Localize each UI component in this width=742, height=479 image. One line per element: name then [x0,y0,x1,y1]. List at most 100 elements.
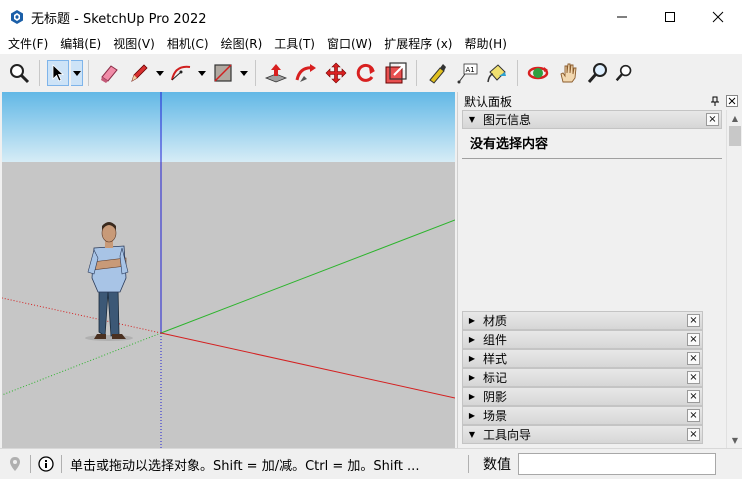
panel-scenes[interactable]: ▶ 场景 × [462,406,703,425]
geo-location-button[interactable] [6,455,24,473]
arc-button[interactable] [168,60,194,86]
scale-button[interactable] [383,60,409,86]
tape-measure-icon [429,64,446,84]
expand-triangle-icon: ▶ [468,335,476,344]
pencil-dropdown[interactable] [154,60,166,86]
panel-close-icon[interactable]: × [687,371,700,384]
menu-help[interactable]: 帮助(H) [458,34,512,54]
menu-window[interactable]: 窗口(W) [321,34,378,54]
entity-info-message: 没有选择内容 [462,129,722,159]
menu-file[interactable]: 文件(F) [2,34,54,54]
panel-close-icon[interactable]: × [687,409,700,422]
rectangle-dropdown[interactable] [238,60,250,86]
panel-label: 标记 [483,371,508,385]
drawing-viewport[interactable] [2,92,455,448]
panel-tags[interactable]: ▶ 标记 × [462,368,703,387]
arc-dropdown[interactable] [196,60,208,86]
select-tool-button[interactable] [47,60,69,86]
rotate-button[interactable] [353,60,379,86]
pan-button[interactable] [555,60,581,86]
maximize-button[interactable] [646,0,694,34]
orbit-button[interactable] [525,60,551,86]
expand-triangle-icon: ▶ [468,411,476,420]
panel-shadows[interactable]: ▶ 阴影 × [462,387,703,406]
panel-materials[interactable]: ▶ 材质 × [462,311,703,330]
select-arrow-icon [52,64,65,82]
model-canvas[interactable] [2,92,455,448]
tape-measure-button[interactable] [424,60,450,86]
status-separator [468,455,469,473]
expand-triangle-icon: ▶ [468,392,476,401]
minimize-button[interactable] [598,0,646,34]
default-tray: 默认面板 ▼ 图元信息 × 没有选择内容 ▶ 材质 × ▶ 组件 × ▶ 样式 … [457,92,742,448]
panel-close-icon[interactable]: × [687,314,700,327]
instructor-info-button[interactable] [37,455,55,473]
menu-edit[interactable]: 编辑(E) [54,34,107,54]
panel-styles[interactable]: ▶ 样式 × [462,349,703,368]
panel-components[interactable]: ▶ 组件 × [462,330,703,349]
location-pin-icon [10,457,20,471]
sky [2,92,455,162]
entity-info-body: 没有选择内容 [462,129,722,305]
pencil-button[interactable] [126,60,152,86]
collapse-triangle-icon: ▼ [468,430,476,439]
scroll-up-icon[interactable]: ▲ [727,110,742,126]
eraser-button[interactable] [96,60,122,86]
expand-triangle-icon: ▶ [468,373,476,382]
expand-triangle-icon: ▶ [468,316,476,325]
collapse-triangle-icon: ▼ [468,115,476,124]
tray-panel-list: ▶ 材质 × ▶ 组件 × ▶ 样式 × ▶ 标记 × ▶ 阴影 × ▶ 场景 … [458,311,723,444]
menu-camera[interactable]: 相机(C) [161,34,215,54]
panel-entity-info[interactable]: ▼ 图元信息 × [462,110,722,129]
panel-label: 样式 [483,352,508,366]
pin-icon[interactable] [710,96,720,106]
measurements-input[interactable] [518,453,716,475]
sketchup-logo-icon [11,10,23,24]
scrollbar-thumb[interactable] [729,126,741,146]
toolbar-separator [88,60,89,86]
paint-bucket-button[interactable] [484,60,510,86]
rectangle-icon [214,64,232,82]
zoom-search-button[interactable] [6,60,32,86]
chevron-down-icon [72,70,81,76]
toolbar-separator [517,60,518,86]
rotate-icon [356,63,375,82]
panel-label: 场景 [483,409,508,423]
zoom-search-icon [10,64,30,84]
zoom-extents-button[interactable] [615,60,633,86]
close-button[interactable] [694,0,742,34]
tray-scrollbar[interactable]: ▲ ▼ [726,110,742,448]
tray-title: 默认面板 [464,94,513,109]
move-icon [325,62,347,84]
menu-view[interactable]: 视图(V) [107,34,161,54]
status-message: 单击或拖动以选择对象。Shift = 加/减。Ctrl = 加。Shift ..… [70,458,420,474]
title-bar: 无标题 - SketchUp Pro 2022 [0,0,742,34]
menu-draw[interactable]: 绘图(R) [215,34,269,54]
scroll-down-icon[interactable]: ▼ [727,432,742,448]
panel-close-icon[interactable]: × [687,428,700,441]
push-pull-button[interactable] [263,60,289,86]
panel-close-icon[interactable]: × [687,390,700,403]
zoom-button[interactable] [585,60,611,86]
ground [2,162,455,448]
menu-extensions[interactable]: 扩展程序 (x) [378,34,458,54]
move-button[interactable] [323,60,349,86]
paint-bucket-icon [487,64,506,83]
rectangle-button[interactable] [210,60,236,86]
panel-close-icon[interactable]: × [687,352,700,365]
menu-tools[interactable]: 工具(T) [268,34,321,54]
panel-close-icon[interactable]: × [706,113,719,126]
panel-instructor[interactable]: ▼ 工具向导 × [462,425,703,444]
tray-close-icon[interactable] [726,95,738,107]
window-title: 无标题 - SketchUp Pro 2022 [31,11,207,27]
eraser-icon [101,65,118,83]
zoom-extents-icon [615,64,632,82]
panel-close-icon[interactable]: × [687,333,700,346]
chevron-down-icon [240,70,248,76]
arc-icon [171,65,191,81]
follow-me-button[interactable] [293,60,319,86]
main-toolbar: A1 [0,54,742,92]
status-separator [30,455,31,473]
select-tool-dropdown[interactable] [71,60,83,86]
text-button[interactable]: A1 [454,60,480,86]
